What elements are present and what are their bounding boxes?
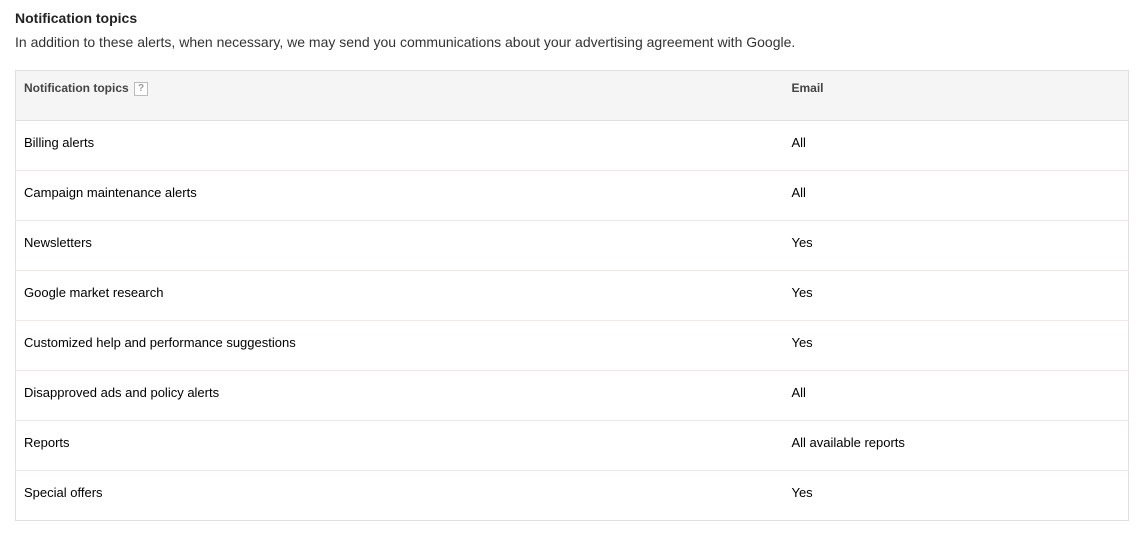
- column-header-email-label: Email: [791, 81, 823, 95]
- cell-topic: Newsletters: [16, 220, 784, 270]
- table-row[interactable]: Billing alerts All: [16, 120, 1129, 170]
- cell-topic: Disapproved ads and policy alerts: [16, 370, 784, 420]
- section-description: In addition to these alerts, when necess…: [15, 34, 1129, 50]
- table-row[interactable]: Disapproved ads and policy alerts All: [16, 370, 1129, 420]
- section-title: Notification topics: [15, 10, 1129, 26]
- cell-topic: Billing alerts: [16, 120, 784, 170]
- cell-topic: Campaign maintenance alerts: [16, 170, 784, 220]
- cell-email: Yes: [783, 220, 1128, 270]
- table-row[interactable]: Customized help and performance suggesti…: [16, 320, 1129, 370]
- cell-email: All: [783, 170, 1128, 220]
- cell-topic: Customized help and performance suggesti…: [16, 320, 784, 370]
- table-row[interactable]: Special offers Yes: [16, 470, 1129, 520]
- help-icon[interactable]: ?: [134, 82, 148, 96]
- column-header-email: Email: [783, 71, 1128, 121]
- table-row[interactable]: Google market research Yes: [16, 270, 1129, 320]
- table-header-row: Notification topics ? Email: [16, 71, 1129, 121]
- cell-email: Yes: [783, 270, 1128, 320]
- table-row[interactable]: Newsletters Yes: [16, 220, 1129, 270]
- column-header-topics: Notification topics ?: [16, 71, 784, 121]
- column-header-topics-label: Notification topics: [24, 81, 129, 95]
- notification-topics-table: Notification topics ? Email Billing aler…: [15, 70, 1129, 521]
- cell-email: All: [783, 370, 1128, 420]
- cell-topic: Google market research: [16, 270, 784, 320]
- cell-email: Yes: [783, 320, 1128, 370]
- cell-email: All available reports: [783, 420, 1128, 470]
- cell-topic: Special offers: [16, 470, 784, 520]
- cell-email: All: [783, 120, 1128, 170]
- table-body: Billing alerts All Campaign maintenance …: [16, 120, 1129, 520]
- cell-topic: Reports: [16, 420, 784, 470]
- table-row[interactable]: Campaign maintenance alerts All: [16, 170, 1129, 220]
- table-row[interactable]: Reports All available reports: [16, 420, 1129, 470]
- cell-email: Yes: [783, 470, 1128, 520]
